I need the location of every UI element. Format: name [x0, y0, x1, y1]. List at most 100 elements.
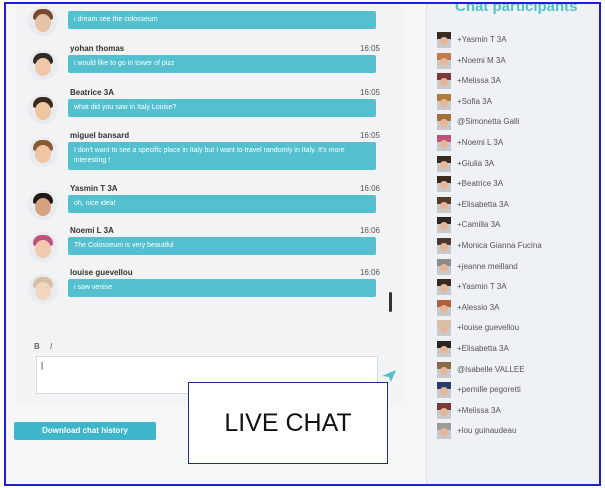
message-author: miguel bansard — [70, 131, 130, 140]
participant-item[interactable]: +Elisabetta 3A — [437, 196, 599, 216]
participant-name: +Elisabetta 3A — [457, 344, 509, 353]
message-bubble: I don't want to see a specific place in … — [68, 142, 376, 170]
participant-item[interactable]: @Isabelle VALLEE — [437, 361, 599, 381]
participant-item[interactable]: +jeanne meilland — [437, 258, 599, 278]
message-bubble: what did you saw in Italy Louise? — [68, 99, 376, 117]
participant-avatar — [437, 176, 451, 193]
message-bubble: i saw venise — [68, 279, 376, 297]
participant-name: +Sofia 3A — [457, 96, 492, 106]
message-time: 16:06 — [359, 184, 380, 193]
participant-item[interactable]: +Elisabetta 3A — [437, 340, 599, 360]
participant-avatar — [437, 402, 451, 419]
participant-item[interactable]: +Noemi M 3A — [437, 52, 599, 72]
participant-item[interactable]: +Giulia 3A — [437, 155, 599, 175]
avatar — [28, 190, 58, 220]
message-author: louise guevellou — [70, 268, 133, 277]
message-item: Noemi L 3A 16:06 The Colosseum is very b… — [24, 226, 396, 266]
participant-avatar — [437, 155, 451, 172]
message-bubble: The Colosseum is very beautiful — [68, 237, 376, 255]
participant-avatar — [437, 32, 451, 48]
message-author: Yasmin T 3A — [70, 184, 118, 193]
participant-name: +Beatrice 3A — [457, 179, 504, 189]
avatar — [28, 274, 58, 304]
participant-name: +pernille pegoretti — [457, 385, 521, 395]
participant-item[interactable]: +Beatrice 3A — [437, 175, 599, 195]
participant-name: +Giulia 3A — [457, 158, 495, 168]
message-time: 16:05 — [359, 44, 380, 53]
participant-name: +Yasmin T 3A — [457, 35, 507, 44]
send-arrow-icon[interactable] — [382, 370, 396, 382]
participant-name: +Camilla 3A — [457, 220, 501, 230]
participant-avatar — [437, 73, 451, 90]
participant-name: +Alessio 3A — [457, 302, 500, 312]
participants-panel: Chat participants +Yasmin T 3A +Noemi M 3… — [426, 2, 599, 484]
download-chat-history-button[interactable]: Download chat history — [14, 422, 156, 440]
message-time: 16:05 — [359, 88, 380, 97]
participant-item[interactable]: +Melissa 3A — [437, 72, 599, 92]
participant-avatar — [437, 299, 451, 316]
participant-name: +Yasmin T 3A — [457, 282, 507, 292]
avatar — [28, 6, 58, 36]
participant-item[interactable]: +Monica Gianna Fucina — [437, 237, 599, 257]
participant-item[interactable]: +louise guevellou — [437, 319, 599, 339]
participant-name: +Noemi L 3A — [457, 138, 504, 147]
message-bubble: i would like to go in tower of pizz — [68, 55, 376, 73]
participant-name: @Simonetta Galli — [457, 117, 520, 127]
participant-item[interactable]: +Alessio 3A — [437, 299, 599, 319]
participant-item[interactable]: +Noemi L 3A — [437, 134, 599, 154]
participant-avatar — [437, 135, 451, 151]
participant-avatar — [437, 279, 451, 296]
participant-avatar — [437, 238, 451, 254]
participant-avatar — [437, 93, 451, 110]
participant-item[interactable]: +Melissa 3A — [437, 402, 599, 422]
message-item: Beatrice 3A 16:05 what did you saw in It… — [24, 88, 396, 128]
avatar — [28, 232, 58, 262]
participant-avatar — [437, 382, 451, 399]
participant-avatar — [437, 52, 451, 69]
participant-name: +Noemi M 3A — [457, 55, 506, 65]
avatar — [28, 94, 58, 124]
message-author: yohan thomas — [70, 44, 125, 53]
participant-item[interactable]: +Camilla 3A — [437, 216, 599, 236]
participant-avatar — [437, 320, 451, 337]
participant-name: @Isabelle VALLEE — [457, 364, 525, 374]
participant-item[interactable]: +Sofia 3A — [437, 93, 599, 113]
participant-name: +Monica Gianna Fucina — [457, 241, 542, 250]
participant-item[interactable]: +Yasmin T 3A — [437, 278, 599, 298]
chat-panel: i dream see the colosseum yohan thomas 1… — [16, 4, 402, 404]
message-item: yohan thomas 16:05 i would like to go in… — [24, 44, 396, 84]
participant-avatar — [437, 361, 451, 378]
participant-name: +lou guinaudeau — [457, 426, 517, 436]
participant-item[interactable]: @Simonetta Galli — [437, 113, 599, 133]
bold-button[interactable]: B — [34, 342, 40, 351]
scrollbar[interactable] — [389, 292, 392, 312]
live-chat-caption: LIVE CHAT — [188, 382, 388, 464]
format-toolbar: B I — [34, 342, 60, 351]
message-item: miguel bansard 16:05 I don't want to see… — [24, 131, 396, 171]
message-item: Yasmin T 3A 16:06 oh, nice idea! — [24, 184, 396, 224]
message-author: Noemi L 3A — [70, 226, 114, 235]
participant-name: +louise guevellou — [457, 323, 520, 333]
participant-avatar — [437, 196, 451, 213]
participants-title: Chat participants — [455, 2, 578, 15]
avatar — [28, 137, 58, 167]
participant-item[interactable]: +Yasmin T 3A — [437, 31, 599, 51]
participant-avatar — [437, 217, 451, 234]
app-window: i dream see the colosseum yohan thomas 1… — [4, 2, 601, 486]
message-time: 16:06 — [359, 226, 380, 235]
avatar — [28, 50, 58, 80]
message-author: Beatrice 3A — [70, 88, 115, 97]
participant-avatar — [437, 114, 451, 131]
message-time: 16:05 — [359, 131, 380, 140]
participant-name: +jeanne meilland — [457, 261, 518, 271]
participant-avatar — [437, 341, 451, 357]
participant-name: +Melissa 3A — [457, 405, 501, 415]
participant-name: +Melissa 3A — [457, 76, 501, 86]
message-time: 16:06 — [359, 268, 380, 277]
participant-name: +Elisabetta 3A — [457, 199, 509, 209]
message-item: i dream see the colosseum — [24, 4, 396, 40]
participant-avatar — [437, 258, 451, 275]
italic-button[interactable]: I — [50, 342, 52, 351]
participant-item[interactable]: +pernille pegoretti — [437, 381, 599, 401]
participant-item[interactable]: +lou guinaudeau — [437, 422, 599, 442]
